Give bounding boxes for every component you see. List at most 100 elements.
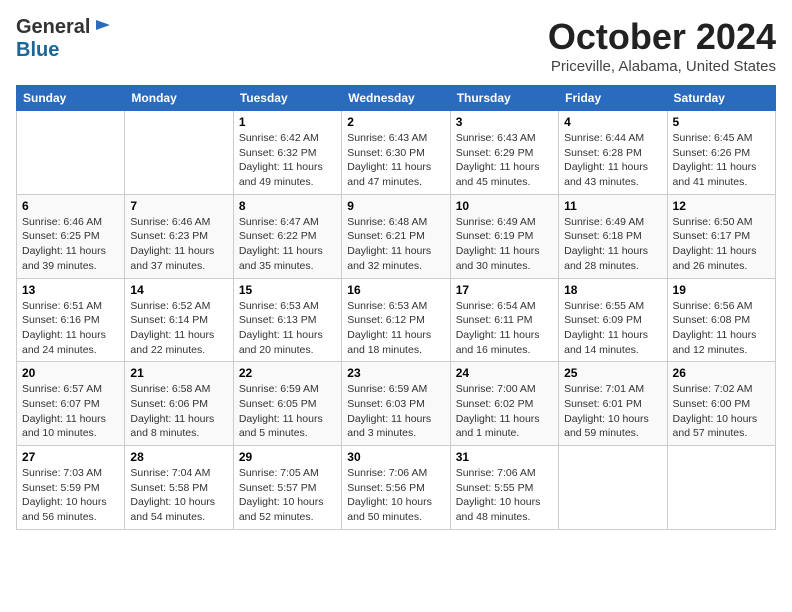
- calendar-cell: [125, 111, 233, 195]
- location-text: Priceville, Alabama, United States: [548, 58, 776, 75]
- calendar-cell: 21 Sunrise: 6:58 AM Sunset: 6:06 PM Dayli…: [125, 362, 233, 446]
- day-info: Sunrise: 7:02 AM Sunset: 6:00 PM Dayligh…: [673, 382, 770, 441]
- day-info: Sunrise: 6:48 AM Sunset: 6:21 PM Dayligh…: [347, 215, 444, 274]
- day-number: 28: [130, 450, 227, 464]
- day-number: 15: [239, 283, 336, 297]
- calendar-cell: 27Sunrise: 7:03 AM Sunset: 5:59 PM Dayli…: [17, 446, 125, 530]
- day-number: 21: [130, 366, 227, 380]
- calendar-cell: [559, 446, 667, 530]
- calendar-cell: 11 Sunrise: 6:49 AM Sunset: 6:18 PM Dayli…: [559, 194, 667, 278]
- calendar-cell: 6Sunrise: 6:46 AM Sunset: 6:25 PM Daylig…: [17, 194, 125, 278]
- day-info: Sunrise: 7:05 AM Sunset: 5:57 PM Dayligh…: [239, 466, 336, 525]
- calendar-cell: 28 Sunrise: 7:04 AM Sunset: 5:58 PM Dayli…: [125, 446, 233, 530]
- day-number: 11: [564, 199, 661, 213]
- day-info: Sunrise: 6:46 AM Sunset: 6:23 PM Dayligh…: [130, 215, 227, 274]
- day-number: 23: [347, 366, 444, 380]
- day-number: 29: [239, 450, 336, 464]
- day-info: Sunrise: 6:47 AM Sunset: 6:22 PM Dayligh…: [239, 215, 336, 274]
- day-number: 27: [22, 450, 119, 464]
- day-number: 5: [673, 115, 770, 129]
- day-info: Sunrise: 7:00 AM Sunset: 6:02 PM Dayligh…: [456, 382, 553, 441]
- page-header: General Blue October 2024 Priceville, Al…: [16, 16, 776, 75]
- calendar-cell: 31Sunrise: 7:06 AM Sunset: 5:55 PM Dayli…: [450, 446, 558, 530]
- day-info: Sunrise: 6:58 AM Sunset: 6:06 PM Dayligh…: [130, 382, 227, 441]
- logo-blue-text: Blue: [16, 39, 59, 61]
- day-number: 8: [239, 199, 336, 213]
- calendar-cell: [17, 111, 125, 195]
- calendar-week-row: 1 Sunrise: 6:42 AM Sunset: 6:32 PM Daylig…: [17, 111, 776, 195]
- day-info: Sunrise: 6:43 AM Sunset: 6:30 PM Dayligh…: [347, 131, 444, 190]
- calendar-cell: 30 Sunrise: 7:06 AM Sunset: 5:56 PM Dayli…: [342, 446, 450, 530]
- calendar-cell: 8 Sunrise: 6:47 AM Sunset: 6:22 PM Daylig…: [233, 194, 341, 278]
- calendar-cell: 3Sunrise: 6:43 AM Sunset: 6:29 PM Daylig…: [450, 111, 558, 195]
- calendar-cell: 13 Sunrise: 6:51 AM Sunset: 6:16 PM Dayli…: [17, 278, 125, 362]
- day-info: Sunrise: 6:54 AM Sunset: 6:11 PM Dayligh…: [456, 299, 553, 358]
- calendar-cell: 22 Sunrise: 6:59 AM Sunset: 6:05 PM Dayli…: [233, 362, 341, 446]
- logo-arrow-icon: [94, 16, 112, 34]
- day-number: 25: [564, 366, 661, 380]
- day-number: 24: [456, 366, 553, 380]
- day-number: 16: [347, 283, 444, 297]
- calendar-cell: 17 Sunrise: 6:54 AM Sunset: 6:11 PM Dayli…: [450, 278, 558, 362]
- day-number: 20: [22, 366, 119, 380]
- weekday-header-tuesday: Tuesday: [233, 86, 341, 111]
- calendar-cell: 25 Sunrise: 7:01 AM Sunset: 6:01 PM Dayli…: [559, 362, 667, 446]
- day-number: 17: [456, 283, 553, 297]
- day-info: Sunrise: 7:06 AM Sunset: 5:56 PM Dayligh…: [347, 466, 444, 525]
- day-info: Sunrise: 6:44 AM Sunset: 6:28 PM Dayligh…: [564, 131, 661, 190]
- day-number: 10: [456, 199, 553, 213]
- calendar-cell: 18 Sunrise: 6:55 AM Sunset: 6:09 PM Dayli…: [559, 278, 667, 362]
- day-number: 22: [239, 366, 336, 380]
- day-info: Sunrise: 6:42 AM Sunset: 6:32 PM Dayligh…: [239, 131, 336, 190]
- day-number: 19: [673, 283, 770, 297]
- day-number: 30: [347, 450, 444, 464]
- calendar-cell: 10 Sunrise: 6:49 AM Sunset: 6:19 PM Dayli…: [450, 194, 558, 278]
- day-number: 18: [564, 283, 661, 297]
- weekday-header-thursday: Thursday: [450, 86, 558, 111]
- calendar-cell: 2Sunrise: 6:43 AM Sunset: 6:30 PM Daylig…: [342, 111, 450, 195]
- calendar-week-row: 6Sunrise: 6:46 AM Sunset: 6:25 PM Daylig…: [17, 194, 776, 278]
- day-info: Sunrise: 7:04 AM Sunset: 5:58 PM Dayligh…: [130, 466, 227, 525]
- logo: General Blue: [16, 16, 112, 62]
- calendar-cell: [667, 446, 775, 530]
- day-number: 14: [130, 283, 227, 297]
- day-info: Sunrise: 6:59 AM Sunset: 6:05 PM Dayligh…: [239, 382, 336, 441]
- weekday-header-saturday: Saturday: [667, 86, 775, 111]
- day-info: Sunrise: 6:45 AM Sunset: 6:26 PM Dayligh…: [673, 131, 770, 190]
- calendar-week-row: 20 Sunrise: 6:57 AM Sunset: 6:07 PM Dayli…: [17, 362, 776, 446]
- logo-general-text: General: [16, 16, 90, 39]
- day-number: 9: [347, 199, 444, 213]
- calendar-cell: 29 Sunrise: 7:05 AM Sunset: 5:57 PM Dayli…: [233, 446, 341, 530]
- calendar-cell: 7 Sunrise: 6:46 AM Sunset: 6:23 PM Daylig…: [125, 194, 233, 278]
- calendar-cell: 5 Sunrise: 6:45 AM Sunset: 6:26 PM Daylig…: [667, 111, 775, 195]
- calendar-table: SundayMondayTuesdayWednesdayThursdayFrid…: [16, 85, 776, 530]
- weekday-header-friday: Friday: [559, 86, 667, 111]
- calendar-cell: 4Sunrise: 6:44 AM Sunset: 6:28 PM Daylig…: [559, 111, 667, 195]
- calendar-cell: 15 Sunrise: 6:53 AM Sunset: 6:13 PM Dayli…: [233, 278, 341, 362]
- day-info: Sunrise: 6:50 AM Sunset: 6:17 PM Dayligh…: [673, 215, 770, 274]
- day-info: Sunrise: 6:49 AM Sunset: 6:19 PM Dayligh…: [456, 215, 553, 274]
- calendar-cell: 23 Sunrise: 6:59 AM Sunset: 6:03 PM Dayli…: [342, 362, 450, 446]
- month-title: October 2024: [548, 16, 776, 58]
- day-info: Sunrise: 6:57 AM Sunset: 6:07 PM Dayligh…: [22, 382, 119, 441]
- day-info: Sunrise: 6:53 AM Sunset: 6:13 PM Dayligh…: [239, 299, 336, 358]
- weekday-header-sunday: Sunday: [17, 86, 125, 111]
- day-number: 7: [130, 199, 227, 213]
- weekday-header-wednesday: Wednesday: [342, 86, 450, 111]
- calendar-cell: 26Sunrise: 7:02 AM Sunset: 6:00 PM Dayli…: [667, 362, 775, 446]
- calendar-cell: 16Sunrise: 6:53 AM Sunset: 6:12 PM Dayli…: [342, 278, 450, 362]
- calendar-week-row: 13 Sunrise: 6:51 AM Sunset: 6:16 PM Dayli…: [17, 278, 776, 362]
- day-info: Sunrise: 6:51 AM Sunset: 6:16 PM Dayligh…: [22, 299, 119, 358]
- weekday-header-monday: Monday: [125, 86, 233, 111]
- day-info: Sunrise: 6:59 AM Sunset: 6:03 PM Dayligh…: [347, 382, 444, 441]
- day-info: Sunrise: 6:52 AM Sunset: 6:14 PM Dayligh…: [130, 299, 227, 358]
- day-number: 1: [239, 115, 336, 129]
- calendar-cell: 9 Sunrise: 6:48 AM Sunset: 6:21 PM Daylig…: [342, 194, 450, 278]
- day-number: 13: [22, 283, 119, 297]
- day-info: Sunrise: 7:01 AM Sunset: 6:01 PM Dayligh…: [564, 382, 661, 441]
- calendar-cell: 14 Sunrise: 6:52 AM Sunset: 6:14 PM Dayli…: [125, 278, 233, 362]
- day-info: Sunrise: 6:49 AM Sunset: 6:18 PM Dayligh…: [564, 215, 661, 274]
- day-info: Sunrise: 6:55 AM Sunset: 6:09 PM Dayligh…: [564, 299, 661, 358]
- day-info: Sunrise: 6:43 AM Sunset: 6:29 PM Dayligh…: [456, 131, 553, 190]
- day-number: 12: [673, 199, 770, 213]
